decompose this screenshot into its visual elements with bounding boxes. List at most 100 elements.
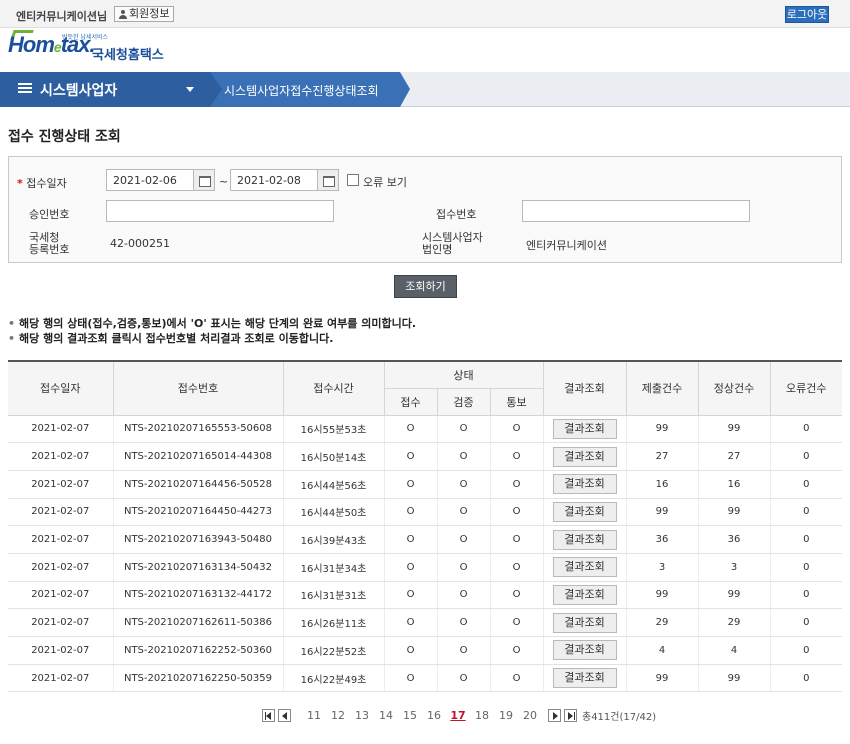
cell-result: 결과조회 <box>542 664 627 693</box>
cell-received: O <box>383 442 437 471</box>
date-to-input[interactable] <box>230 169 318 191</box>
first-page-icon[interactable] <box>262 708 275 722</box>
nav-page-title: 시스템사업자접수진행상태조회 <box>224 84 379 98</box>
cell-time: 16시31분34초 <box>282 553 384 582</box>
nav-section-title: 시스템사업자 <box>40 83 118 99</box>
table-row: 2021-02-07 NTS-20210207165553-50608 16시55분… <box>8 415 843 444</box>
pagination: 11 12 13 14 15 16 17 18 19 20 총411건(17/42) <box>262 707 656 723</box>
table-row: 2021-02-07 NTS-20210207163134-50432 16시31분… <box>8 553 843 582</box>
cell-submitted: 99 <box>625 581 699 610</box>
page-link[interactable]: 17 <box>446 709 470 722</box>
result-button[interactable]: 결과조회 <box>552 418 617 439</box>
nav-section-menu[interactable]: 시스템사업자 <box>0 72 210 107</box>
cell-result: 결과조회 <box>542 470 627 499</box>
result-button[interactable]: 결과조회 <box>552 474 617 495</box>
page-link[interactable]: 11 <box>302 709 326 722</box>
cell-error: 0 <box>769 525 843 554</box>
date-from-input[interactable] <box>106 169 194 191</box>
table-row: 2021-02-07 NTS-20210207163132-44172 16시31분… <box>8 581 843 610</box>
prev-page-icon[interactable] <box>278 708 291 722</box>
next-page-icon[interactable] <box>548 708 561 722</box>
nav-current-page[interactable]: 시스템사업자접수진행상태조회 <box>210 72 410 107</box>
cell-normal: 99 <box>697 498 771 527</box>
table-row: 2021-02-07 NTS-20210207162611-50386 16시26분… <box>8 608 843 637</box>
cell-received: O <box>383 664 437 693</box>
cell-normal: 99 <box>697 415 771 444</box>
cell-date: 2021-02-07 <box>8 442 113 471</box>
hamburger-menu-icon[interactable] <box>18 81 32 95</box>
result-button[interactable]: 결과조회 <box>552 668 617 689</box>
reg-value: 42-000251 <box>110 237 170 250</box>
cell-received: O <box>383 525 437 554</box>
page-link[interactable]: 18 <box>470 709 494 722</box>
header-date: 접수일자 <box>8 360 114 416</box>
header-time: 접수시간 <box>282 360 385 416</box>
header-status: 상태 <box>383 360 544 389</box>
header-notified: 통보 <box>489 388 544 416</box>
result-button[interactable]: 결과조회 <box>552 640 617 661</box>
cell-receipt-no: NTS-20210207165014-44308 <box>112 442 283 471</box>
cell-received: O <box>383 608 437 637</box>
result-button[interactable]: 결과조회 <box>552 612 617 633</box>
cell-result: 결과조회 <box>542 553 627 582</box>
result-button[interactable]: 결과조회 <box>552 557 617 578</box>
cell-submitted: 36 <box>625 525 699 554</box>
cell-result: 결과조회 <box>542 415 627 444</box>
cell-result: 결과조회 <box>542 581 627 610</box>
cell-date: 2021-02-07 <box>8 415 113 444</box>
cell-error: 0 <box>769 470 843 499</box>
error-view-label: 오류 보기 <box>363 176 407 189</box>
cell-time: 16시26분11초 <box>282 608 384 637</box>
cell-date: 2021-02-07 <box>8 636 113 665</box>
page-link[interactable]: 12 <box>326 709 350 722</box>
page-link[interactable]: 20 <box>518 709 542 722</box>
last-page-icon[interactable] <box>564 708 577 722</box>
page-link[interactable]: 14 <box>374 709 398 722</box>
nav-bar: 시스템사업자 시스템사업자접수진행상태조회 <box>0 72 850 107</box>
header-error: 오류건수 <box>769 360 843 416</box>
page-link[interactable]: 13 <box>350 709 374 722</box>
member-info-button[interactable]: 회원정보 <box>114 6 175 22</box>
cell-time: 16시44분50초 <box>282 498 384 527</box>
page-link[interactable]: 16 <box>422 709 446 722</box>
person-icon <box>119 9 127 19</box>
approval-label: 승인번호 <box>29 208 70 221</box>
cell-receipt-no: NTS-20210207162250-50359 <box>112 664 283 693</box>
header-receipt-no: 접수번호 <box>112 360 284 416</box>
cell-time: 16시50분14초 <box>282 442 384 471</box>
cell-receipt-no: NTS-20210207164456-50528 <box>112 470 283 499</box>
result-button[interactable]: 결과조회 <box>552 501 617 522</box>
header-result: 결과조회 <box>542 360 627 416</box>
query-button[interactable]: 조회하기 <box>394 275 457 298</box>
cell-normal: 3 <box>697 553 771 582</box>
hometax-logo[interactable]: Hometax. 반듯한 납세서비스 국세청홈택스 <box>8 30 208 68</box>
member-info-label: 회원정보 <box>129 7 170 20</box>
receipt-label: 접수번호 <box>436 208 477 221</box>
page-link[interactable]: 15 <box>398 709 422 722</box>
cell-receipt-no: NTS-20210207163943-50480 <box>112 525 283 554</box>
cell-verified: O <box>436 608 490 637</box>
cell-notified: O <box>489 442 544 471</box>
cell-submitted: 27 <box>625 442 699 471</box>
cell-error: 0 <box>769 442 843 471</box>
cell-submitted: 99 <box>625 664 699 693</box>
calendar-to-icon[interactable] <box>317 169 339 191</box>
page-link[interactable]: 19 <box>494 709 518 722</box>
approval-input[interactable] <box>106 200 334 222</box>
cell-submitted: 4 <box>625 636 699 665</box>
cell-notified: O <box>489 553 544 582</box>
cell-receipt-no: NTS-20210207162252-50360 <box>112 636 283 665</box>
cell-notified: O <box>489 415 544 444</box>
chevron-down-icon[interactable] <box>186 87 194 92</box>
table-row: 2021-02-07 NTS-20210207163943-50480 16시39분… <box>8 525 843 554</box>
calendar-from-icon[interactable] <box>193 169 215 191</box>
result-button[interactable]: 결과조회 <box>552 584 617 605</box>
cell-verified: O <box>436 581 490 610</box>
notice-item: • 해당 행의 상태(접수,검증,통보)에서 'O' 표시는 해당 단계의 완료 … <box>8 317 417 330</box>
cell-result: 결과조회 <box>542 608 627 637</box>
receipt-input[interactable] <box>522 200 750 222</box>
result-button[interactable]: 결과조회 <box>552 446 617 467</box>
error-view-checkbox[interactable] <box>347 174 359 186</box>
result-button[interactable]: 결과조회 <box>552 529 617 550</box>
logout-button[interactable]: 로그아웃 <box>785 6 829 23</box>
